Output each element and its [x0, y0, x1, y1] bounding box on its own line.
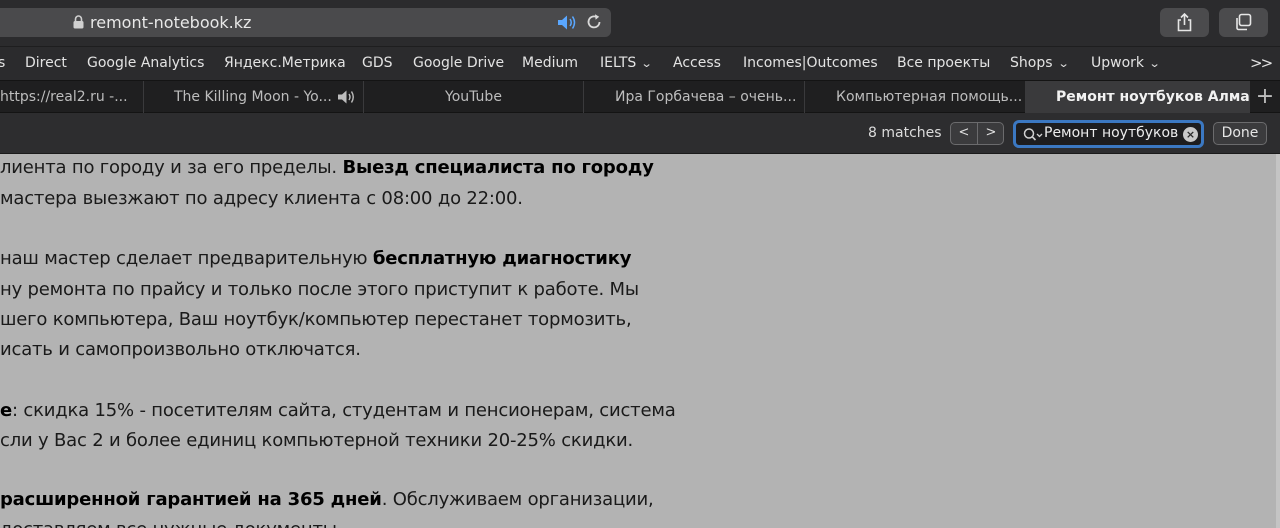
tab-audio-icon[interactable]	[337, 89, 357, 105]
url-text[interactable]: remont-notebook.kz	[90, 13, 251, 32]
tab-killing-moon[interactable]: The Killing Moon - Yo...	[144, 81, 364, 113]
speaker-icon[interactable]	[557, 14, 577, 31]
bookmarks-bar: s Direct Google Analytics Яндекс.Метрика…	[0, 46, 1280, 80]
bookmark-item[interactable]: Google Drive	[413, 55, 504, 71]
chevron-down-icon: ⌄	[1057, 57, 1070, 70]
text-line: е: скидка 15% - посетителям сайта, студе…	[0, 400, 676, 421]
bookmark-item[interactable]: Яндекс.Метрика	[224, 55, 346, 71]
previous-match-button[interactable]: <	[951, 123, 977, 144]
tab-youtube[interactable]: YouTube	[364, 81, 584, 113]
bookmark-item[interactable]: Direct	[25, 55, 67, 71]
text-line: сли у Вас 2 и более единиц компьютерной …	[0, 430, 634, 451]
next-match-button[interactable]: >	[978, 123, 1004, 144]
text-line: доставляем все нужные документы.	[0, 519, 343, 528]
tab-label: The Killing Moon - Yo...	[174, 89, 332, 105]
address-bar[interactable]: remont-notebook.kz	[0, 8, 611, 37]
find-nav-group: < >	[950, 122, 1004, 145]
share-icon	[1177, 13, 1192, 32]
bookmark-item[interactable]: GDS	[362, 55, 393, 71]
browser-toolbar: remont-notebook.kz	[0, 0, 1280, 46]
text-line: лиента по городу и за его пределы. Выезд…	[0, 157, 654, 178]
tab-label: Компьютерная помощь...	[836, 89, 1023, 105]
find-input[interactable]: Ремонт ноутбуков ×	[1013, 120, 1204, 148]
find-bar: 8 matches < > Ремонт ноутбуков × Done	[0, 113, 1280, 154]
scrollbar[interactable]	[1276, 154, 1280, 528]
tab-label: YouTube	[445, 89, 502, 105]
find-query[interactable]: Ремонт ноутбуков	[1044, 125, 1178, 141]
tab-real2[interactable]: https://real2.ru -...	[0, 81, 144, 113]
tab-ira-gorbacheva[interactable]: Ира Горбачева – очень...	[584, 81, 805, 113]
share-button[interactable]	[1160, 8, 1209, 37]
bookmark-folder-ielts[interactable]: IELTS ⌄	[600, 55, 653, 71]
text-line: шего компьютера, Ваш ноутбук/компьютер п…	[0, 309, 632, 330]
chevron-down-icon: ⌄	[640, 57, 653, 70]
lock-icon	[73, 15, 84, 29]
page-content: лиента по городу и за его пределы. Выезд…	[0, 154, 1280, 528]
bookmark-folder-shops[interactable]: Shops ⌄	[1010, 55, 1070, 71]
text-line: наш мастер сделает предварительную беспл…	[0, 248, 632, 269]
new-tab-button[interactable]: +	[1250, 83, 1280, 113]
bookmark-item[interactable]: Google Analytics	[87, 55, 204, 71]
clear-icon[interactable]: ×	[1183, 127, 1198, 142]
reload-icon[interactable]	[585, 13, 603, 31]
tab-label: Ремонт ноутбуков Алма...	[1056, 89, 1250, 105]
bookmark-item[interactable]: s	[0, 55, 5, 71]
tab-bar: https://real2.ru -... The Killing Moon -…	[0, 80, 1280, 113]
text-line: мастера выезжают по адресу клиента с 08:…	[0, 188, 523, 209]
search-icon[interactable]	[1023, 127, 1045, 143]
chevron-down-icon: ⌄	[1148, 57, 1161, 70]
bookmark-item[interactable]: Все проекты	[897, 55, 990, 71]
bookmark-item[interactable]: Incomes|Outcomes	[743, 55, 878, 71]
tab-label: https://real2.ru -...	[0, 89, 128, 105]
match-count: 8 matches	[868, 125, 942, 141]
bookmarks-overflow-icon[interactable]: >>	[1250, 54, 1273, 72]
tab-overview-button[interactable]	[1219, 8, 1268, 37]
tab-remont-notebook[interactable]: Ремонт ноутбуков Алма...	[1026, 81, 1250, 113]
tab-computer-help[interactable]: Компьютерная помощь...	[805, 81, 1026, 113]
tab-label: Ира Горбачева – очень...	[615, 89, 797, 105]
bookmark-item[interactable]: Access	[673, 55, 721, 71]
text-line: расширенной гарантией на 365 дней. Обслу…	[0, 489, 654, 510]
tabs-overview-icon	[1236, 13, 1252, 31]
text-line: ну ремонта по прайсу и только после этог…	[0, 279, 639, 300]
done-button[interactable]: Done	[1213, 122, 1267, 145]
bookmark-item[interactable]: Medium	[522, 55, 578, 71]
text-line: исать и самопроизвольно отключатся.	[0, 339, 361, 360]
bookmark-folder-upwork[interactable]: Upwork ⌄	[1091, 55, 1161, 71]
